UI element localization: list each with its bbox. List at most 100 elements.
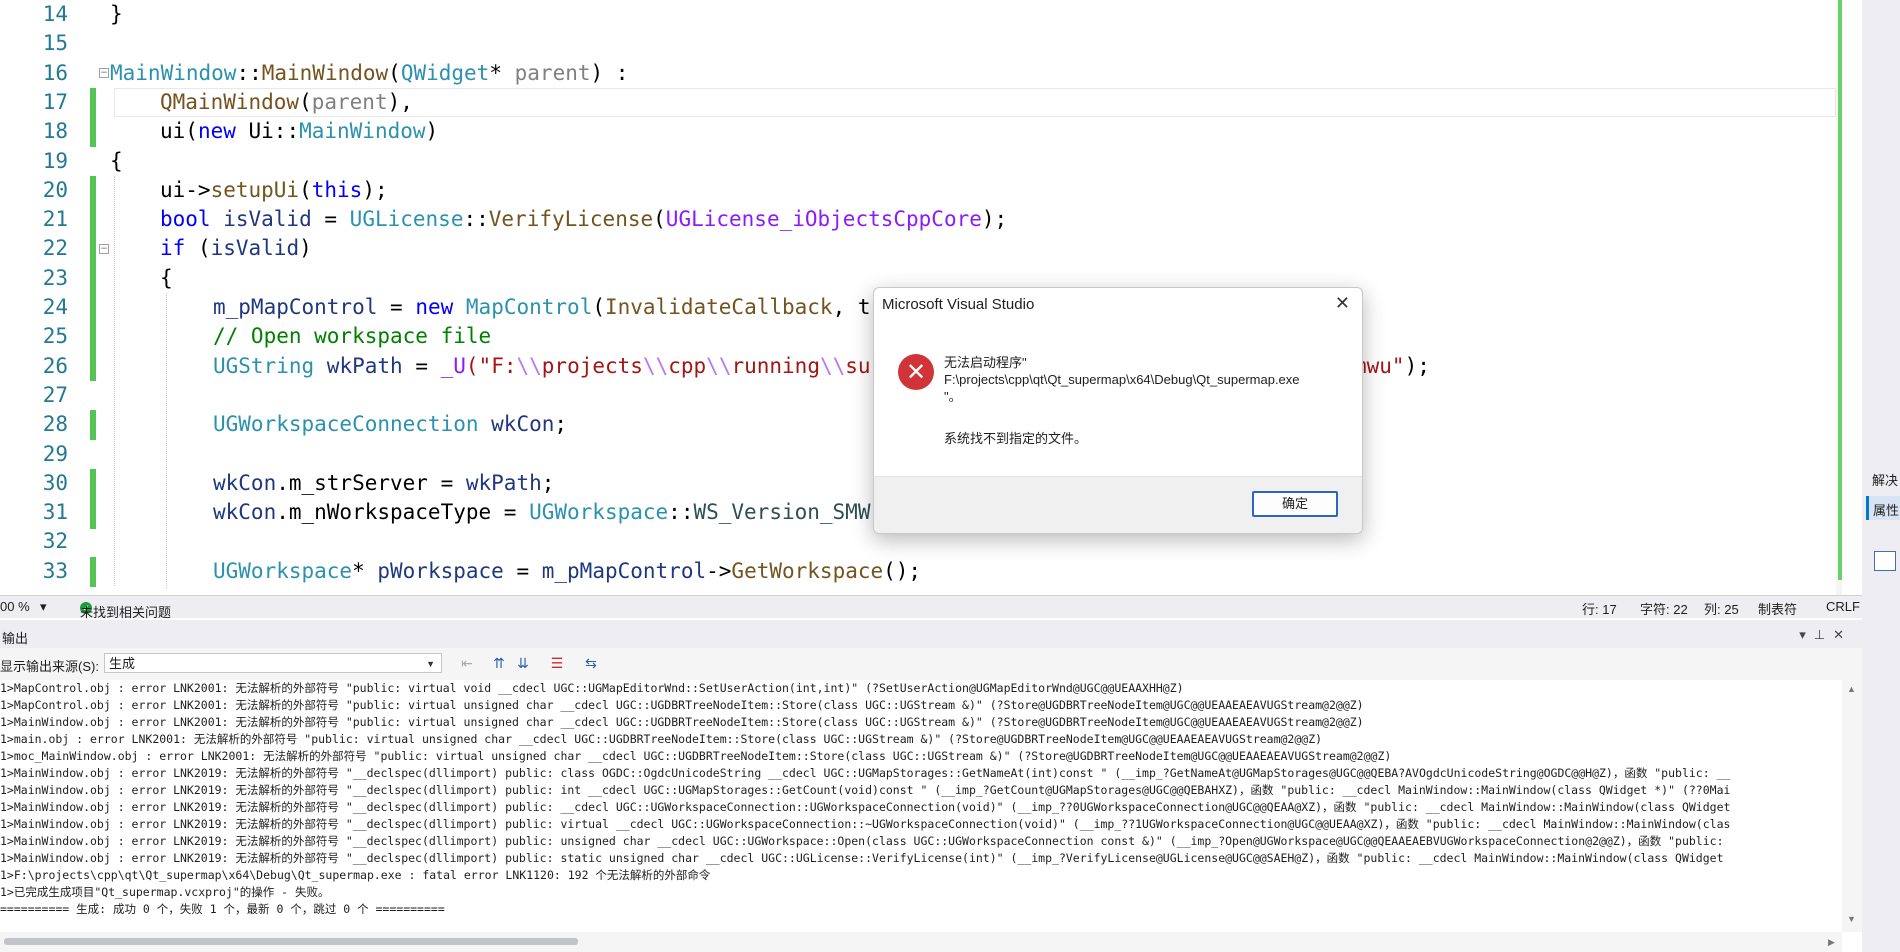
output-line: 1>MapControl.obj : error LNK2001: 无法解析的外…	[0, 698, 1364, 712]
code-line-19[interactable]: {	[110, 147, 123, 176]
code-token: WS_Version_SMW	[693, 500, 871, 525]
output-source-value: 生成	[109, 656, 136, 671]
code-token: (	[185, 236, 211, 261]
pin-icon[interactable]: ⊥	[1814, 627, 1833, 642]
code-line-30[interactable]: wkCon.m_strServer = wkPath;	[213, 469, 554, 498]
line-number: 29	[42, 441, 68, 466]
code-token: wkPath	[465, 470, 542, 495]
code-line-31[interactable]: wkCon.m_nWorkspaceType = UGWorkspace::WS…	[213, 498, 870, 527]
col-indicator[interactable]: 列: 25	[1704, 599, 1739, 618]
code-token: \\	[819, 353, 846, 378]
find-message-icon[interactable]: ⇤	[458, 655, 476, 671]
code-token: =	[311, 207, 350, 232]
code-line-16[interactable]: MainWindow::MainWindow(QWidget* parent) …	[110, 59, 628, 88]
code-token: ) :	[590, 60, 629, 85]
code-token: {	[160, 265, 173, 290]
change-marker	[90, 88, 96, 147]
close-icon[interactable]: ✕	[1833, 627, 1852, 642]
code-token: ::	[668, 500, 694, 525]
output-horizontal-scrollbar[interactable]: ▶	[0, 932, 1842, 952]
code-line-26[interactable]: UGString wkPath = _U("F:\\projects\\cpp\…	[213, 352, 871, 381]
code-line-21[interactable]: bool isValid = UGLicense::VerifyLicense(…	[160, 205, 1007, 234]
output-line: 1>MainWindow.obj : error LNK2019: 无法解析的外…	[0, 834, 1724, 848]
tab-indicator[interactable]: 制表符	[1758, 599, 1797, 618]
zoom-dropdown-arrow-icon[interactable]: ▾	[40, 599, 47, 615]
output-source-select[interactable]: 生成 ▼	[104, 653, 442, 673]
code-token: VerifyLicense	[488, 207, 654, 232]
next-message-icon[interactable]: ⇊	[514, 655, 532, 671]
editor-vertical-scrollbar[interactable]	[1836, 0, 1842, 595]
code-line-22[interactable]: if (isValid)	[160, 234, 312, 263]
code-line-33[interactable]: UGWorkspace* pWorkspace = m_pMapControl-…	[213, 557, 921, 586]
code-token: setupUi	[210, 177, 300, 202]
previous-message-icon[interactable]: ⇈	[490, 655, 508, 671]
code-token: =	[427, 470, 466, 495]
code-line-28[interactable]: UGWorkspaceConnection wkCon;	[213, 410, 567, 439]
code-token: ),	[387, 89, 413, 114]
properties-page-icon[interactable]	[1874, 551, 1896, 571]
error-dialog: Microsoft Visual Studio ✕ ✕ 无法启动程序" F:\p…	[873, 287, 1363, 534]
eol-indicator[interactable]: CRLF	[1826, 599, 1860, 614]
scroll-right-icon[interactable]: ▶	[1828, 937, 1835, 948]
code-line-23[interactable]: {	[160, 264, 173, 293]
line-number: 19	[42, 148, 68, 173]
code-token: =	[402, 353, 441, 378]
code-token: new	[197, 119, 236, 144]
code-token: if	[160, 236, 186, 261]
code-line-20[interactable]: ui->setupUi(this);	[160, 176, 388, 205]
code-token: ();	[883, 558, 922, 583]
code-token: , t	[832, 295, 871, 319]
code-line-14[interactable]: }	[110, 0, 123, 29]
char-indicator[interactable]: 字符: 22	[1640, 599, 1688, 618]
code-token: ;	[541, 470, 555, 495]
word-wrap-icon[interactable]: ⇆	[582, 655, 600, 671]
fold-icon[interactable]: −	[99, 244, 109, 254]
code-line-25[interactable]: // Open workspace file	[213, 322, 491, 351]
clear-all-icon[interactable]: ☰	[548, 655, 566, 671]
code-line-18[interactable]: ui(new Ui::MainWindow)	[160, 117, 438, 146]
line-number: 24	[42, 295, 68, 319]
code-token: (	[653, 207, 666, 232]
code-token: ui->	[160, 177, 211, 202]
code-token: .m_nWorkspaceType	[276, 500, 492, 525]
horizontal-scroll-thumb[interactable]	[4, 938, 578, 945]
code-token: (	[388, 60, 401, 85]
scroll-up-icon[interactable]: ▲	[1847, 684, 1856, 694]
line-number: 26	[42, 353, 68, 378]
dropdown-arrow-icon[interactable]: ▾	[1799, 627, 1814, 642]
ok-button[interactable]: 确定	[1252, 491, 1338, 517]
output-toolbar: 显示输出来源(S): 生成 ▼ ⇤ ⇈ ⇊ ☰ ⇆	[0, 648, 1862, 680]
solution-explorer-tab[interactable]: 解决	[1872, 470, 1898, 489]
code-token: this	[311, 177, 363, 202]
fold-icon[interactable]: −	[99, 68, 109, 78]
code-token: bool	[160, 207, 211, 232]
zoom-level[interactable]: 00 %	[0, 599, 30, 614]
editor-status-bar: 00 % ▾ ✓ 未找到相关问题 行: 17 字符: 22 列: 25 制表符 C…	[0, 595, 1862, 620]
code-token: \\	[642, 353, 669, 378]
code-line-26-tail[interactable]: mwu");	[1354, 352, 1430, 381]
code-token: )	[299, 236, 312, 261]
output-text[interactable]: 1>MapControl.obj : error LNK2001: 无法解析的外…	[0, 680, 1842, 932]
code-token: MapControl	[465, 295, 593, 319]
close-icon[interactable]: ✕	[1335, 293, 1350, 314]
output-line: 1>MainWindow.obj : error LNK2019: 无法解析的外…	[0, 800, 1731, 814]
scrollbar-change-map	[1838, 0, 1842, 580]
code-token: new	[415, 295, 454, 319]
code-line-24[interactable]: m_pMapControl = new MapControl(Invalidat…	[213, 293, 871, 322]
code-token: *	[489, 60, 515, 85]
output-line: 1>MainWindow.obj : error LNK2019: 无法解析的外…	[0, 766, 1731, 780]
properties-tab[interactable]: 属性	[1866, 496, 1900, 520]
line-number: 33	[42, 558, 68, 583]
output-panel-title: 输出	[2, 631, 29, 646]
right-tool-strip: 解决 属性	[1862, 0, 1900, 952]
code-line-17[interactable]: QMainWindow(parent),	[160, 88, 413, 117]
panel-window-buttons[interactable]: ▾⊥✕	[1799, 627, 1852, 643]
code-token: UGWorkspace	[213, 558, 353, 583]
change-marker	[90, 410, 96, 440]
output-vertical-scrollbar[interactable]: ▲ ▼	[1842, 680, 1862, 932]
line-indicator[interactable]: 行: 17	[1582, 599, 1617, 618]
scroll-down-icon[interactable]: ▼	[1847, 914, 1856, 924]
code-token: MainWindow	[261, 60, 389, 85]
code-token: isValid	[210, 207, 312, 232]
